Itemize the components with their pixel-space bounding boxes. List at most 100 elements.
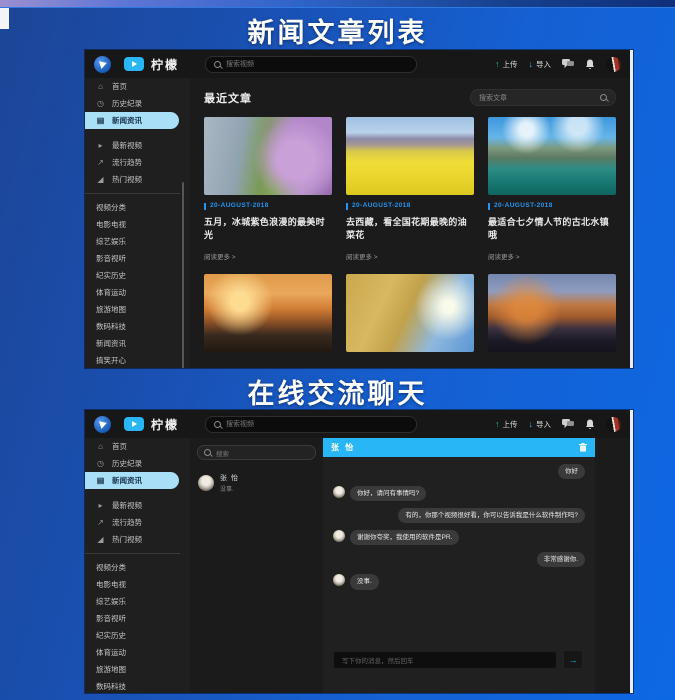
sidebar-scrollbar[interactable] — [182, 182, 184, 368]
article-card[interactable] — [488, 274, 616, 352]
read-more-link[interactable]: 阅读更多 > — [346, 251, 474, 261]
sidebar-item-category[interactable]: 纪实历史 — [85, 627, 190, 644]
article-search-input[interactable]: 搜索文章 — [470, 89, 616, 106]
sidebar-item-home[interactable]: ⌂首页 — [85, 78, 190, 95]
app-logo[interactable] — [94, 416, 111, 433]
sidebar-item-category[interactable]: 影音视听 — [85, 610, 190, 627]
contact-avatar — [198, 475, 214, 491]
sidebar-item-trending[interactable]: ↗流行趋势 — [85, 514, 190, 531]
read-more-link[interactable]: 阅读更多 > — [488, 251, 616, 261]
video-search-input[interactable]: 搜索视频 — [205, 56, 417, 73]
play-logo-icon[interactable] — [124, 57, 144, 71]
send-button[interactable]: → — [563, 650, 583, 669]
sidebar-item-category[interactable]: 纪实历史 — [85, 267, 190, 284]
news-content: 最近文章 搜索文章 20-AUGUST-2018 五月，冰城紫色浪漫的最美时光 … — [190, 78, 630, 368]
history-icon: ◷ — [96, 459, 105, 468]
sidebar-item-news-active[interactable]: ▤新闻资讯 — [85, 472, 179, 489]
upload-button[interactable]: ↑ 上传 — [495, 59, 518, 70]
search-icon — [204, 449, 211, 456]
user-avatar[interactable] — [606, 417, 621, 432]
article-image-harbor-sunset[interactable] — [204, 274, 332, 352]
sidebar-item-latest-videos[interactable]: ▸最新视频 — [85, 137, 190, 154]
sidebar-item-history[interactable]: ◷历史纪录 — [85, 455, 190, 472]
message-bubble-received: 你好，请问有事情吗? — [350, 486, 426, 501]
sidebar-item-latest-videos[interactable]: ▸最新视频 — [85, 497, 190, 514]
article-image-rapeseed-field[interactable] — [346, 117, 474, 195]
video-search-input[interactable]: 搜索视频 — [205, 416, 417, 433]
sidebar-item-category[interactable]: 电影电视 — [85, 576, 190, 593]
sidebar-divider — [85, 193, 180, 194]
chat-content: 搜索 张 怡 没事. 张 怡 你好 你好，请问有事情吗? 有的，你那个视频很好看… — [190, 438, 630, 693]
article-card[interactable]: 20-AUGUST-2018 最适合七夕情人节的古北水镇哦 阅读更多 > — [488, 117, 616, 261]
message-bubble-sent: 有的，你那个视频很好看，你可以告诉我是什么软件制作吗? — [398, 508, 585, 523]
article-image-water-town[interactable] — [488, 117, 616, 195]
article-title[interactable]: 最适合七夕情人节的古北水镇哦 — [488, 215, 616, 241]
sidebar-item-hot-videos[interactable]: ◢热门视频 — [85, 171, 190, 188]
message-list: 你好 你好，请问有事情吗? 有的，你那个视频很好看，你可以告诉我是什么软件制作吗… — [323, 457, 595, 597]
sidebar-item-category[interactable]: 体育运动 — [85, 644, 190, 661]
sidebar-item-category[interactable]: 新闻资讯 — [85, 335, 190, 352]
contact-search-placeholder: 搜索 — [216, 448, 229, 458]
article-card[interactable]: 20-AUGUST-2018 去西藏，看全国花期最晚的油菜花 阅读更多 > — [346, 117, 474, 261]
sidebar-item-category[interactable]: 影音视听 — [85, 250, 190, 267]
history-icon: ◷ — [96, 99, 105, 108]
logo-icon — [99, 419, 108, 429]
contact-item[interactable]: 张 怡 没事. — [190, 469, 323, 497]
bar-chart-icon: ◢ — [96, 535, 105, 544]
app-navbar: 柠檬 搜索视频 ↑ 上传 ↓ 导入 — [85, 50, 630, 79]
sidebar-item-home[interactable]: ⌂首页 — [85, 438, 190, 455]
import-button[interactable]: ↓ 导入 — [529, 59, 552, 70]
message-input[interactable]: 写下你的消息，然后回车 — [333, 651, 557, 669]
message-row: 有的，你那个视频很好看，你可以告诉我是什么软件制作吗? — [333, 508, 585, 523]
user-avatar[interactable] — [606, 57, 621, 72]
app-window-chat: 柠檬 搜索视频 ↑ 上传 ↓ 导入 ⌂首页 ◷历史纪录 ▤新闻资讯 ▸最新视频 … — [85, 410, 633, 693]
sidebar-item-category[interactable]: 旅游地图 — [85, 661, 190, 678]
upload-icon: ↑ — [495, 60, 500, 69]
app-logo[interactable] — [94, 56, 111, 73]
article-image-canal-dusk[interactable] — [488, 274, 616, 352]
messages-icon[interactable] — [562, 59, 574, 69]
conversation-title: 张 怡 — [331, 442, 355, 453]
bell-icon[interactable] — [585, 59, 595, 70]
sidebar-item-category[interactable]: 旅游地图 — [85, 301, 190, 318]
message-compose-row: 写下你的消息，然后回车 → — [333, 650, 583, 669]
article-date: 20-AUGUST-2018 — [346, 203, 474, 210]
messages-icon[interactable] — [562, 419, 574, 429]
read-more-link[interactable]: 阅读更多 > — [204, 251, 332, 261]
bell-icon[interactable] — [585, 419, 595, 430]
search-icon — [214, 61, 221, 68]
import-button[interactable]: ↓ 导入 — [529, 419, 552, 430]
sidebar-item-category[interactable]: 综艺娱乐 — [85, 233, 190, 250]
article-title[interactable]: 五月，冰城紫色浪漫的最美时光 — [204, 215, 332, 241]
article-date: 20-AUGUST-2018 — [204, 203, 332, 210]
trash-icon[interactable] — [579, 443, 587, 452]
message-row: 非常感谢你. — [333, 552, 585, 567]
sidebar-item-history[interactable]: ◷历史纪录 — [85, 95, 190, 112]
message-row: 你好 — [333, 464, 585, 479]
sidebar-item-hot-videos[interactable]: ◢热门视频 — [85, 531, 190, 548]
article-card[interactable] — [204, 274, 332, 352]
sidebar-item-category[interactable]: 综艺娱乐 — [85, 593, 190, 610]
sidebar-item-news-active[interactable]: ▤新闻资讯 — [85, 112, 179, 129]
upload-button[interactable]: ↑ 上传 — [495, 419, 518, 430]
sidebar-item-category[interactable]: 搞笑开心 — [85, 352, 190, 368]
play-logo-icon[interactable] — [124, 417, 144, 431]
contact-name: 张 怡 — [220, 473, 239, 483]
message-row: 你好，请问有事情吗? — [333, 486, 585, 501]
section-title-chat: 在线交流聊天 — [0, 372, 675, 411]
section-title-news-list: 新闻文章列表 — [0, 11, 675, 50]
article-card[interactable]: 20-AUGUST-2018 五月，冰城紫色浪漫的最美时光 阅读更多 > — [204, 117, 332, 261]
sidebar-item-trending[interactable]: ↗流行趋势 — [85, 154, 190, 171]
chat-contact-list: 搜索 张 怡 没事. — [190, 438, 323, 693]
message-row: 没事. — [333, 574, 585, 589]
contact-search-input[interactable]: 搜索 — [197, 445, 316, 460]
sidebar-item-category[interactable]: 数码科技 — [85, 318, 190, 335]
article-image-city-lilac[interactable] — [204, 117, 332, 195]
article-image-building[interactable] — [346, 274, 474, 352]
sidebar-item-category[interactable]: 体育运动 — [85, 284, 190, 301]
sidebar-item-category[interactable]: 电影电视 — [85, 216, 190, 233]
sidebar: ⌂首页 ◷历史纪录 ▤新闻资讯 ▸最新视频 ↗流行趋势 ◢热门视频 视频分类 电… — [85, 78, 190, 368]
sidebar-item-category[interactable]: 数码科技 — [85, 678, 190, 693]
article-card[interactable] — [346, 274, 474, 352]
article-title[interactable]: 去西藏，看全国花期最晚的油菜花 — [346, 215, 474, 241]
